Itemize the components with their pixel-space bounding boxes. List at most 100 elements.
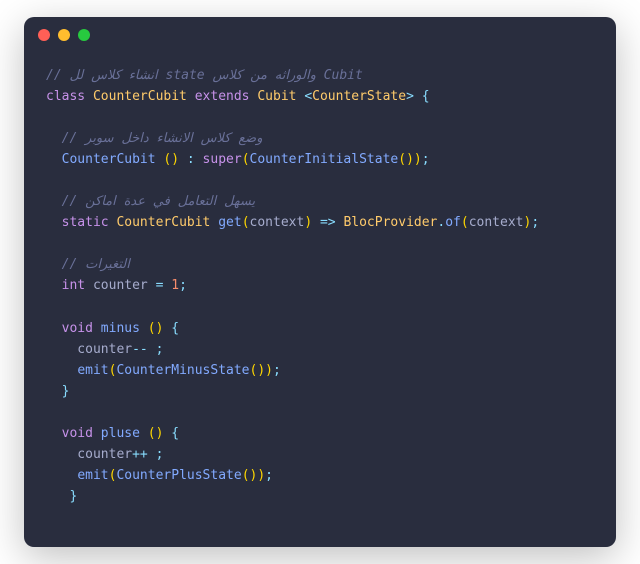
code-token: // [46,131,85,146]
close-icon[interactable] [38,29,50,41]
code-token: context [469,215,524,230]
code-line: // انشاء كلاس لل state والوراثه من كلاس … [46,65,594,86]
code-token: ( [242,468,250,483]
code-token: ; [156,447,164,462]
code-token: int [62,278,93,293]
code-token: // [46,257,85,272]
code-token: context [250,215,305,230]
code-token: -- [132,342,155,357]
code-token: : [179,152,202,167]
code-line: emit(CounterPlusState()); [46,465,594,486]
code-token: } [46,384,69,399]
code-line: // وضع كلاس الانشاء داخل سوبر [46,128,594,149]
code-token: CounterCubit [62,152,164,167]
code-token: ) [257,468,265,483]
code-token: pluse [101,426,148,441]
code-token: counter [46,342,132,357]
code-token: get [218,215,241,230]
code-token: ; [156,342,164,357]
code-token [46,363,77,378]
code-token: ( [398,152,406,167]
code-token: ( [242,215,250,230]
minimize-icon[interactable] [58,29,70,41]
code-token: التغيرات [85,257,130,272]
code-token: < [304,89,312,104]
code-token: emit [77,468,108,483]
maximize-icon[interactable] [78,29,90,41]
code-token: static [62,215,117,230]
code-token: Cubit [316,68,363,83]
code-token: extends [195,89,258,104]
code-line [46,170,594,191]
code-token: class [46,89,93,104]
code-token: void [62,426,101,441]
code-token: ) [257,363,265,378]
code-token: { [414,89,430,104]
code-line: } [46,486,594,507]
code-line [46,107,594,128]
code-line: } [46,381,594,402]
code-token: والوراثه من كلاس [212,68,315,83]
code-area: // انشاء كلاس لل state والوراثه من كلاس … [24,53,616,547]
code-token: of [445,215,461,230]
code-token [46,321,62,336]
code-token: counter [93,278,156,293]
code-token: { [163,426,179,441]
code-line [46,297,594,318]
code-token: CounterState [312,89,406,104]
code-token: ) [406,152,414,167]
code-line [46,507,594,528]
code-token: CounterCubit [93,89,195,104]
code-token: ( [242,152,250,167]
code-line [46,233,594,254]
code-line: emit(CounterMinusState()); [46,360,594,381]
code-line: void pluse () { [46,423,594,444]
code-line: CounterCubit () : super(CounterInitialSt… [46,149,594,170]
code-token: ( [148,321,156,336]
code-token [46,426,62,441]
code-token: ) [265,363,273,378]
code-token: state [158,68,213,83]
code-window: // انشاء كلاس لل state والوراثه من كلاس … [24,17,616,547]
code-token: // [46,68,69,83]
code-line: // التغيرات [46,254,594,275]
code-token: // [46,194,85,209]
code-token: Cubit [257,89,304,104]
code-token: 1 [171,278,179,293]
code-token: ( [148,426,156,441]
code-token: ; [265,468,273,483]
code-token [46,278,62,293]
code-token: } [46,489,77,504]
code-token: ; [273,363,281,378]
code-token: emit [77,363,108,378]
code-token: minus [101,321,148,336]
code-token: > [406,89,414,104]
code-token: ; [422,152,430,167]
code-line: void minus () { [46,318,594,339]
code-token: انشاء كلاس لل [69,68,157,83]
code-line: class CounterCubit extends Cubit <Counte… [46,86,594,107]
code-token [46,468,77,483]
code-token: ; [531,215,539,230]
code-line: // يسهل التعامل في عدة اماكن [46,191,594,212]
code-token: CounterMinusState [116,363,249,378]
code-token: CounterCubit [116,215,218,230]
code-token: يسهل التعامل في عدة اماكن [85,194,255,209]
code-line [46,402,594,423]
code-token [46,152,62,167]
window-titlebar [24,17,616,53]
code-token: { [163,321,179,336]
code-line: counter-- ; [46,339,594,360]
code-token: CounterPlusState [116,468,241,483]
code-token: ) [171,152,179,167]
code-line: static CounterCubit get(context) => Bloc… [46,212,594,233]
code-line [46,528,594,547]
code-token: BlocProvider [343,215,437,230]
code-token: super [203,152,242,167]
code-token: ; [179,278,187,293]
code-token: = [156,278,172,293]
code-token: وضع كلاس الانشاء داخل سوبر [85,131,262,146]
code-token: ++ [132,447,155,462]
code-line: counter++ ; [46,444,594,465]
code-token: => [312,215,343,230]
